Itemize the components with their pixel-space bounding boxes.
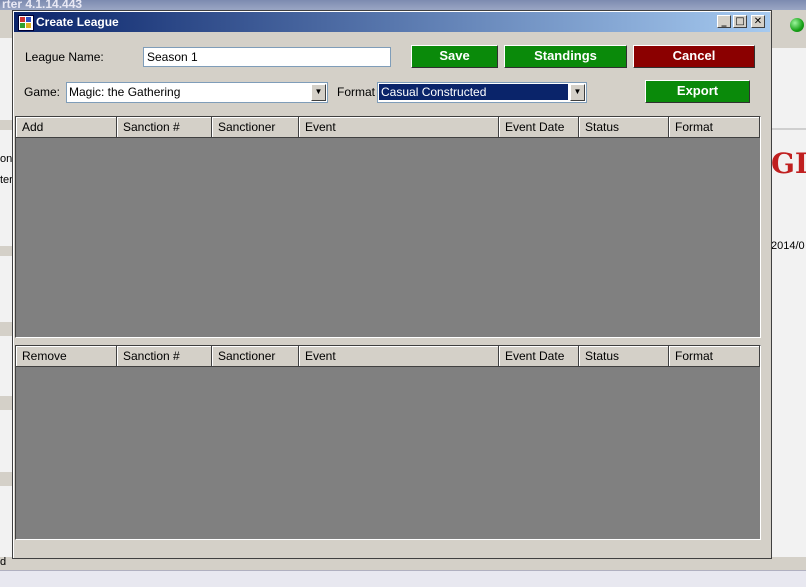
app-window-icon [18,15,34,31]
chevron-down-icon[interactable]: ▼ [311,84,326,101]
column-header-format[interactable]: Format [669,117,760,138]
league-name-input[interactable] [143,47,391,67]
background-date-text: 2014/0 [771,240,805,252]
column-header-sanctioner[interactable]: Sanctioner [212,117,299,138]
grid-header: Remove Sanction # Sanctioner Event Event… [16,346,760,367]
grid-header: Add Sanction # Sanctioner Event Event Da… [16,117,760,138]
format-label: Format [337,85,376,99]
column-header-status[interactable]: Status [579,346,669,367]
magic-logo: GIC ather [771,150,806,182]
background-app-statusbar [0,557,806,587]
game-selected-value: Magic: the Gathering [69,85,181,99]
background-bottom-text: d [0,556,7,568]
create-league-window: Create League _ □ ✕ League Name: Save St… [12,10,772,559]
magic-logo-text: GIC [771,150,806,180]
maximize-button[interactable]: □ [733,15,747,28]
game-label: Game: [24,85,61,99]
background-app-right-panel [771,10,806,586]
cancel-button[interactable]: Cancel [633,45,755,68]
format-dropdown[interactable]: Casual Constructed ▼ [377,82,587,103]
minimize-button[interactable]: _ [717,15,731,28]
export-button[interactable]: Export [645,80,750,103]
game-dropdown[interactable]: Magic: the Gathering ▼ [66,82,328,103]
format-selected-value: Casual Constructed [379,84,568,100]
window-titlebar[interactable]: Create League _ □ ✕ [14,12,770,32]
close-button[interactable]: ✕ [751,15,765,28]
league-name-label: League Name: [25,50,104,64]
background-left-text-2: ter [0,174,12,186]
standings-button[interactable]: Standings [504,45,627,68]
magic-logo-subtext: ather [771,180,804,182]
column-header-remove[interactable]: Remove [16,346,117,367]
background-app-left-panel [0,10,12,586]
status-indicator-icon [790,18,804,32]
column-header-event[interactable]: Event [299,346,499,367]
column-header-format[interactable]: Format [669,346,760,367]
chevron-down-icon[interactable]: ▼ [570,84,585,101]
background-app-titlebar: rter 4.1.14.443 [0,0,806,10]
save-button[interactable]: Save [411,45,498,68]
league-events-grid[interactable]: Remove Sanction # Sanctioner Event Event… [15,345,761,540]
column-header-sanction-number[interactable]: Sanction # [117,346,212,367]
column-header-sanction-number[interactable]: Sanction # [117,117,212,138]
column-header-sanctioner[interactable]: Sanctioner [212,346,299,367]
column-header-add[interactable]: Add [16,117,117,138]
background-left-text-1: onc [0,153,12,165]
column-header-event-date[interactable]: Event Date [499,346,579,367]
column-header-event[interactable]: Event [299,117,499,138]
window-title: Create League [36,15,119,29]
column-header-status[interactable]: Status [579,117,669,138]
events-to-add-grid[interactable]: Add Sanction # Sanctioner Event Event Da… [15,116,761,338]
column-header-event-date[interactable]: Event Date [499,117,579,138]
background-app-title: rter 4.1.14.443 [2,0,83,10]
